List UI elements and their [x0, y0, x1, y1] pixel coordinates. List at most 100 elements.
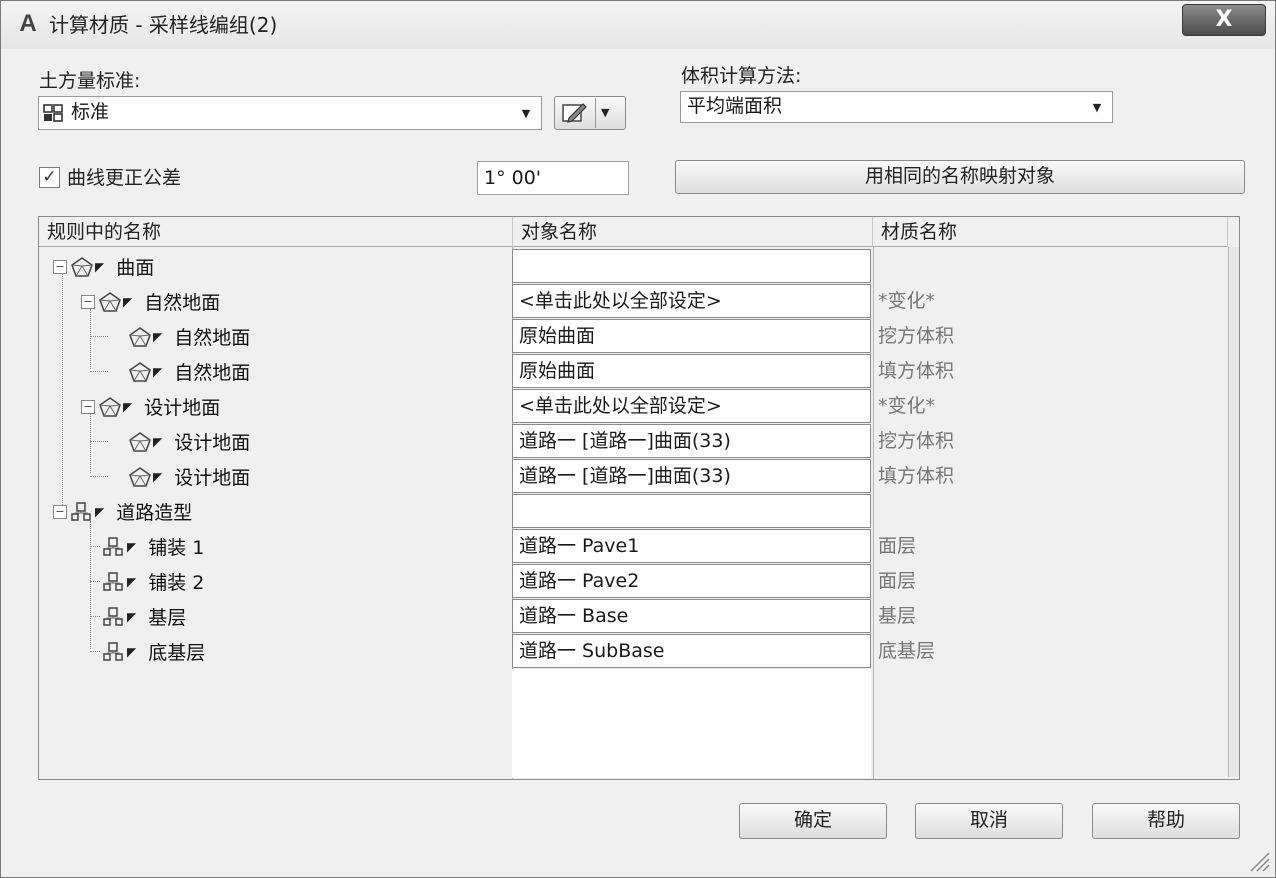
collapse-icon[interactable]: −: [81, 399, 95, 414]
table-row[interactable]: − ◤ 道路造型: [39, 494, 1227, 529]
object-name-cell[interactable]: 道路一 [道路一]曲面(33): [512, 424, 871, 458]
table-row[interactable]: − ◤ 自然地面 <单击此处以全部设定> *变化*: [39, 284, 1227, 319]
object-name-cell[interactable]: 道路一 Base: [512, 599, 871, 633]
flag-icon: ◤: [153, 434, 163, 449]
material-name-cell: *变化*: [878, 290, 936, 312]
table-row[interactable]: ◤ 自然地面 原始曲面 挖方体积: [39, 319, 1227, 354]
rule-name: 自然地面: [144, 292, 221, 314]
corridor-shape-icon: [103, 606, 125, 627]
material-name-cell: 填方体积: [878, 360, 955, 382]
surface-icon: [99, 291, 121, 312]
corridor-shape-icon: [103, 536, 125, 557]
object-name-cell[interactable]: <单击此处以全部设定>: [512, 389, 871, 423]
surface-icon: [129, 326, 151, 347]
object-name-cell[interactable]: 道路一 Pave1: [512, 529, 871, 563]
chevron-down-icon: ▼: [521, 106, 531, 120]
map-same-name-button[interactable]: 用相同的名称映射对象: [675, 160, 1245, 194]
surface-icon: [129, 361, 151, 382]
vertical-scrollbar[interactable]: [1228, 247, 1239, 777]
window-title: 计算材质 - 采样线编组(2): [49, 13, 278, 37]
rule-name: 底基层: [148, 642, 206, 664]
help-button[interactable]: 帮助: [1092, 803, 1240, 839]
flag-icon: ◤: [127, 644, 137, 659]
flag-icon: ◤: [153, 469, 163, 484]
flag-icon: ◤: [95, 259, 105, 274]
flag-icon: ◤: [123, 399, 133, 414]
split-divider: [595, 98, 596, 128]
table-row[interactable]: ◤ 铺装 1 道路一 Pave1 面层: [39, 529, 1227, 564]
material-name-cell: 面层: [878, 570, 917, 592]
autocad-app-icon: A: [19, 10, 37, 37]
criteria-icon: [43, 103, 65, 123]
flag-icon: ◤: [153, 329, 163, 344]
material-name-cell: *变化*: [878, 395, 936, 417]
dialog-window: A 计算材质 - 采样线编组(2) X 土方量标准: 标准 ▼ ▼ 体积计算方法…: [0, 0, 1276, 878]
chevron-down-icon: ▼: [1092, 100, 1102, 114]
rule-name: 道路造型: [116, 502, 193, 524]
surface-icon: [129, 466, 151, 487]
column-header-object-name[interactable]: 对象名称: [513, 217, 873, 247]
object-name-cell[interactable]: 道路一 [道路一]曲面(33): [512, 459, 871, 493]
object-name-cell[interactable]: [512, 494, 871, 528]
tree-line: [90, 336, 108, 337]
object-name-cell[interactable]: 原始曲面: [512, 354, 871, 388]
object-name-cell[interactable]: 道路一 Pave2: [512, 564, 871, 598]
rule-name: 设计地面: [174, 432, 251, 454]
object-name-cell[interactable]: 道路一 SubBase: [512, 634, 871, 668]
flag-icon: ◤: [123, 294, 133, 309]
object-name-cell[interactable]: [512, 249, 871, 283]
close-button[interactable]: X: [1182, 4, 1266, 36]
corridor-shape-icon: [103, 641, 125, 662]
material-name-cell: 填方体积: [878, 465, 955, 487]
corridor-icon: [71, 501, 93, 522]
title-bar: A 计算材质 - 采样线编组(2) X: [1, 1, 1275, 49]
flag-icon: ◤: [127, 574, 137, 589]
rule-name: 设计地面: [174, 467, 251, 489]
material-name-cell: 挖方体积: [878, 430, 955, 452]
collapse-icon[interactable]: −: [53, 259, 67, 274]
object-name-cell[interactable]: <单击此处以全部设定>: [512, 284, 871, 318]
rule-name: 铺装 1: [148, 537, 205, 559]
surface-icon: [129, 431, 151, 452]
tree-line: [90, 581, 100, 582]
material-name-cell: 挖方体积: [878, 325, 955, 347]
material-name-cell: 面层: [878, 535, 917, 557]
rule-name: 铺装 2: [148, 572, 205, 594]
volume-method-value: 平均端面积: [687, 95, 783, 117]
rule-name: 曲面: [116, 257, 155, 279]
table-row[interactable]: ◤ 底基层 道路一 SubBase 底基层: [39, 634, 1227, 669]
material-name-cell: 底基层: [878, 640, 936, 662]
table-row[interactable]: − ◤ 设计地面 <单击此处以全部设定> *变化*: [39, 389, 1227, 424]
flag-icon: ◤: [127, 609, 137, 624]
edit-criteria-button[interactable]: ▼: [554, 96, 626, 130]
collapse-icon[interactable]: −: [53, 504, 67, 519]
curve-correction-checkbox[interactable]: ✓: [39, 167, 60, 188]
collapse-icon[interactable]: −: [81, 294, 95, 309]
column-header-material-name[interactable]: 材质名称: [873, 217, 1228, 247]
object-column-empty-area: [512, 669, 871, 778]
table-row[interactable]: − ◤ 曲面: [39, 249, 1227, 284]
table-row[interactable]: ◤ 自然地面 原始曲面 填方体积: [39, 354, 1227, 389]
table-row[interactable]: ◤ 基层 道路一 Base 基层: [39, 599, 1227, 634]
earthwork-criteria-value: 标准: [71, 101, 110, 123]
tree-line: [90, 441, 108, 442]
tree-line: [90, 651, 100, 652]
surface-icon: [99, 396, 121, 417]
material-name-cell: 基层: [878, 605, 917, 627]
table-row[interactable]: ◤ 设计地面 道路一 [道路一]曲面(33) 挖方体积: [39, 424, 1227, 459]
volume-method-dropdown[interactable]: 平均端面积 ▼: [680, 91, 1113, 123]
ok-button[interactable]: 确定: [739, 803, 887, 839]
earthwork-criteria-label: 土方量标准:: [39, 70, 141, 92]
tolerance-input[interactable]: 1° 00': [477, 161, 629, 195]
chevron-down-icon: ▼: [601, 106, 610, 119]
earthwork-criteria-dropdown[interactable]: 标准 ▼: [38, 96, 542, 130]
curve-correction-label: 曲线更正公差: [67, 167, 182, 189]
cancel-button[interactable]: 取消: [915, 803, 1063, 839]
resize-grip-icon[interactable]: [1245, 847, 1271, 873]
surface-icon: [71, 256, 93, 277]
object-name-cell[interactable]: 原始曲面: [512, 319, 871, 353]
material-name-cell: [878, 249, 1178, 284]
table-row[interactable]: ◤ 设计地面 道路一 [道路一]曲面(33) 填方体积: [39, 459, 1227, 494]
table-row[interactable]: ◤ 铺装 2 道路一 Pave2 面层: [39, 564, 1227, 599]
column-header-rule-name[interactable]: 规则中的名称: [39, 217, 513, 247]
